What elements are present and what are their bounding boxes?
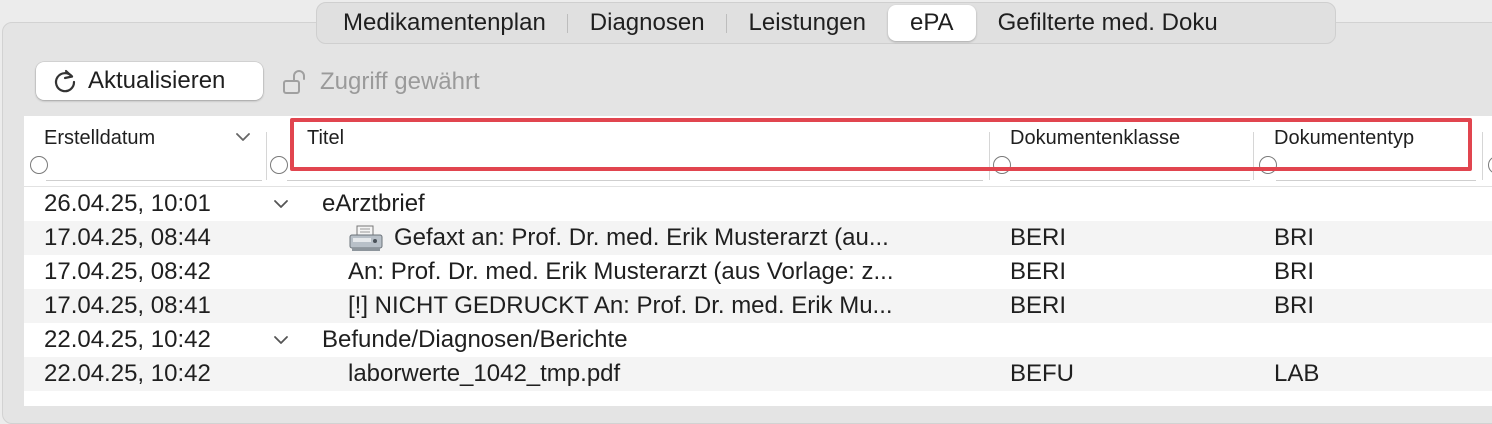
- cell-date: 17.04.25, 08:41: [44, 292, 211, 319]
- chevron-down-icon[interactable]: [272, 323, 290, 357]
- filter-radio-erstelldatum[interactable]: [30, 156, 48, 174]
- cell-date: 17.04.25, 08:42: [44, 258, 211, 285]
- cell-title: Gefaxt an: Prof. Dr. med. Erik Musterarz…: [394, 224, 889, 251]
- filter-field-erstelldatum[interactable]: [46, 180, 262, 181]
- cell-class: BEFU: [1010, 360, 1075, 387]
- highlight-box: [290, 118, 1472, 171]
- filter-field-dokumentenklasse[interactable]: [1010, 180, 1250, 181]
- filter-field-titel[interactable]: [287, 180, 983, 181]
- cell-date: 22.04.25, 10:42: [44, 360, 211, 387]
- cell-title: Befunde/Diagnosen/Berichte: [322, 326, 628, 353]
- tab-gefilterte-med-doku[interactable]: Gefilterte med. Doku: [976, 5, 1240, 41]
- cell-date: 17.04.25, 08:44: [44, 224, 211, 251]
- cell-type: BRI: [1274, 258, 1315, 285]
- cell-class: BERI: [1010, 224, 1067, 251]
- cell-type: LAB: [1274, 360, 1320, 387]
- chevron-down-icon[interactable]: [272, 187, 290, 221]
- cell-class: BERI: [1010, 258, 1067, 285]
- table-row[interactable]: 22.04.25, 10:42 laborwerte_1042_tmp.pdf …: [24, 357, 1492, 391]
- table-row[interactable]: 17.04.25, 08:44 Gefaxt an: Prof. Dr. med…: [24, 221, 1492, 255]
- column-next[interactable]: [1484, 116, 1492, 186]
- cell-date: 26.04.25, 10:01: [44, 190, 211, 217]
- cell-title: eArztbrief: [322, 190, 425, 217]
- refresh-button[interactable]: Aktualisieren: [36, 62, 263, 100]
- sort-chevron-icon: [236, 133, 250, 141]
- tab-leistungen[interactable]: Leistungen: [727, 5, 888, 41]
- cell-title: An: Prof. Dr. med. Erik Musterarzt (aus …: [348, 258, 894, 285]
- cell-type: BRI: [1274, 292, 1315, 319]
- tab-bar: Medikamentenplan Diagnosen Leistungen eP…: [316, 2, 1336, 44]
- access-status: Zugriff gewährt: [282, 64, 480, 100]
- tab-diagnosen[interactable]: Diagnosen: [568, 5, 727, 41]
- refresh-label: Aktualisieren: [88, 67, 226, 94]
- filter-radio-next[interactable]: [1488, 156, 1492, 174]
- fax-icon: [349, 225, 383, 251]
- filter-radio-titel[interactable]: [270, 156, 288, 174]
- table-row-group[interactable]: 22.04.25, 10:42 Befunde/Diagnosen/Berich…: [24, 323, 1492, 357]
- refresh-icon: [54, 69, 76, 93]
- table-row[interactable]: 17.04.25, 08:41 [!] NICHT GEDRUCKT An: P…: [24, 289, 1492, 323]
- access-label: Zugriff gewährt: [320, 68, 480, 95]
- table-row-group[interactable]: 26.04.25, 10:01 eArztbrief: [24, 187, 1492, 221]
- column-label-erstelldatum: Erstelldatum: [44, 127, 156, 149]
- filter-field-dokumententyp[interactable]: [1276, 180, 1476, 181]
- table-row[interactable]: 17.04.25, 08:42 An: Prof. Dr. med. Erik …: [24, 255, 1492, 289]
- cell-class: BERI: [1010, 292, 1067, 319]
- cell-title: [!] NICHT GEDRUCKT An: Prof. Dr. med. Er…: [348, 292, 893, 319]
- column-erstelldatum[interactable]: Erstelldatum: [24, 116, 266, 186]
- column-divider[interactable]: [1482, 132, 1483, 180]
- unlocked-icon: [283, 70, 305, 94]
- tab-epa[interactable]: ePA: [887, 5, 976, 41]
- tab-medikamentenplan[interactable]: Medikamentenplan: [321, 5, 568, 41]
- cell-title: laborwerte_1042_tmp.pdf: [348, 360, 621, 387]
- cell-date: 22.04.25, 10:42: [44, 326, 211, 353]
- cell-type: BRI: [1274, 224, 1315, 251]
